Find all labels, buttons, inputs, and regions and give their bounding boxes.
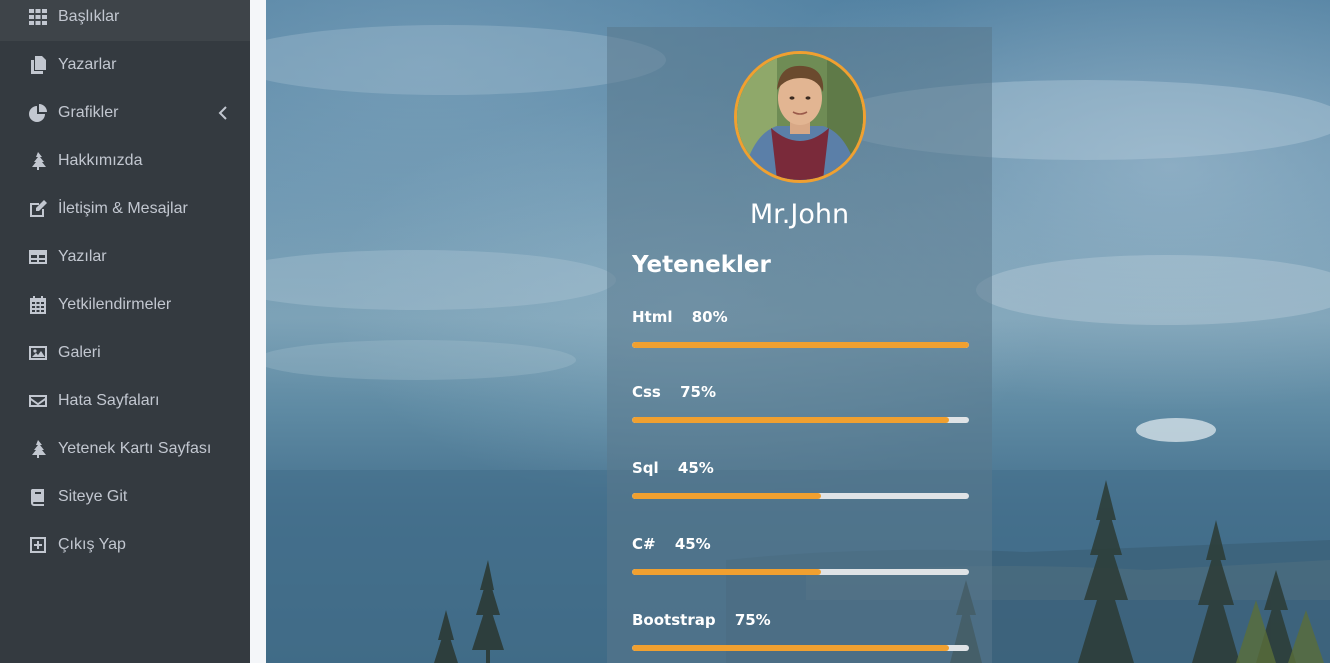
sidebar-item-hakkimizda[interactable]: Hakkımızda	[0, 137, 250, 185]
image-icon	[28, 343, 48, 363]
sidebar-item-galeri[interactable]: Galeri	[0, 329, 250, 377]
pie-chart-icon	[28, 103, 48, 123]
sidebar-item-label: Yazarlar	[58, 56, 117, 73]
tree-icon	[28, 151, 48, 171]
skill-progress-track	[632, 645, 969, 651]
skill-header: Css 75%	[632, 382, 969, 402]
skill-name: Bootstrap	[632, 611, 716, 629]
skill-name: Html	[632, 308, 673, 326]
sidebar-item-label: Grafikler	[58, 104, 119, 121]
sidebar-item-label: Başlıklar	[58, 8, 120, 25]
sidebar-item-yazilar[interactable]: Yazılar	[0, 233, 250, 281]
skill-name: Sql	[632, 459, 659, 477]
skill-name: Css	[632, 383, 661, 401]
book-icon	[28, 487, 48, 507]
plus-square-icon	[28, 535, 48, 555]
sidebar-item-label: Çıkış Yap	[58, 536, 126, 553]
skill-progress-fill	[632, 342, 969, 348]
sidebar-item-siteye-git[interactable]: Siteye Git	[0, 473, 250, 521]
sidebar-item-yetkilendirmeler[interactable]: Yetkilendirmeler	[0, 281, 250, 329]
envelope-icon	[28, 391, 48, 411]
skill-progress-track	[632, 493, 969, 499]
avatar-image	[737, 54, 863, 180]
sidebar-nav: Başlıklar Yazarlar Grafikler Hakkımızda …	[0, 0, 250, 569]
sidebar-item-yetenek-karti[interactable]: Yetenek Kartı Sayfası	[0, 425, 250, 473]
sidebar-item-iletisim[interactable]: İletişim & Mesajlar	[0, 185, 250, 233]
edit-icon	[28, 199, 48, 219]
sidebar-item-cikis-yap[interactable]: Çıkış Yap	[0, 521, 250, 569]
sidebar-item-basliklar[interactable]: Başlıklar	[0, 0, 250, 41]
skill-card: Mr.John Yetenekler Html 80% Css 75% Sql …	[607, 27, 992, 663]
tree-icon	[28, 439, 48, 459]
skill-bootstrap: Bootstrap 75%	[632, 610, 969, 651]
grid-icon	[28, 7, 48, 27]
skill-percent: 80%	[691, 308, 728, 326]
skill-progress-fill	[632, 569, 821, 575]
skill-sql: Sql 45%	[632, 458, 969, 499]
skill-header: Bootstrap 75%	[632, 610, 969, 630]
skill-header: C# 45%	[632, 534, 969, 554]
skill-progress-track	[632, 417, 969, 423]
skill-name: C#	[632, 535, 656, 553]
sidebar-item-grafikler[interactable]: Grafikler	[0, 89, 250, 137]
skill-progress-track	[632, 342, 969, 348]
chevron-left-icon[interactable]	[218, 106, 228, 120]
sidebar-item-label: Yetenek Kartı Sayfası	[58, 440, 212, 457]
skill-csharp: C# 45%	[632, 534, 969, 575]
skill-progress-fill	[632, 645, 949, 651]
sidebar-item-label: Yetkilendirmeler	[58, 296, 172, 313]
skill-progress-fill	[632, 493, 821, 499]
sidebar-item-label: Hakkımızda	[58, 152, 143, 169]
avatar	[734, 51, 866, 183]
sidebar-gutter	[250, 0, 266, 663]
skill-header: Html 80%	[632, 307, 969, 327]
sidebar-item-yazarlar[interactable]: Yazarlar	[0, 41, 250, 89]
sidebar-item-label: Hata Sayfaları	[58, 392, 160, 409]
app-root: Başlıklar Yazarlar Grafikler Hakkımızda …	[0, 0, 1330, 663]
calendar-icon	[28, 295, 48, 315]
sidebar-item-hata-sayfalari[interactable]: Hata Sayfaları	[0, 377, 250, 425]
skills-title: Yetenekler	[632, 252, 771, 278]
skill-percent: 45%	[674, 535, 711, 553]
table-icon	[28, 247, 48, 267]
profile-name: Mr.John	[749, 199, 850, 230]
skill-percent: 45%	[677, 459, 714, 477]
main-content: Mr.John Yetenekler Html 80% Css 75% Sql …	[266, 0, 1330, 663]
sidebar-item-label: Galeri	[58, 344, 101, 361]
sidebar-item-label: Yazılar	[58, 248, 107, 265]
skill-percent: 75%	[680, 383, 717, 401]
copy-icon	[28, 55, 48, 75]
skill-header: Sql 45%	[632, 458, 969, 478]
skill-html: Html 80%	[632, 307, 969, 348]
sidebar-item-label: Siteye Git	[58, 488, 128, 505]
skill-progress-fill	[632, 417, 949, 423]
skill-css: Css 75%	[632, 382, 969, 423]
sidebar-item-label: İletişim & Mesajlar	[58, 200, 188, 217]
skill-progress-track	[632, 569, 969, 575]
skill-percent: 75%	[734, 611, 771, 629]
sidebar: Başlıklar Yazarlar Grafikler Hakkımızda …	[0, 0, 250, 663]
